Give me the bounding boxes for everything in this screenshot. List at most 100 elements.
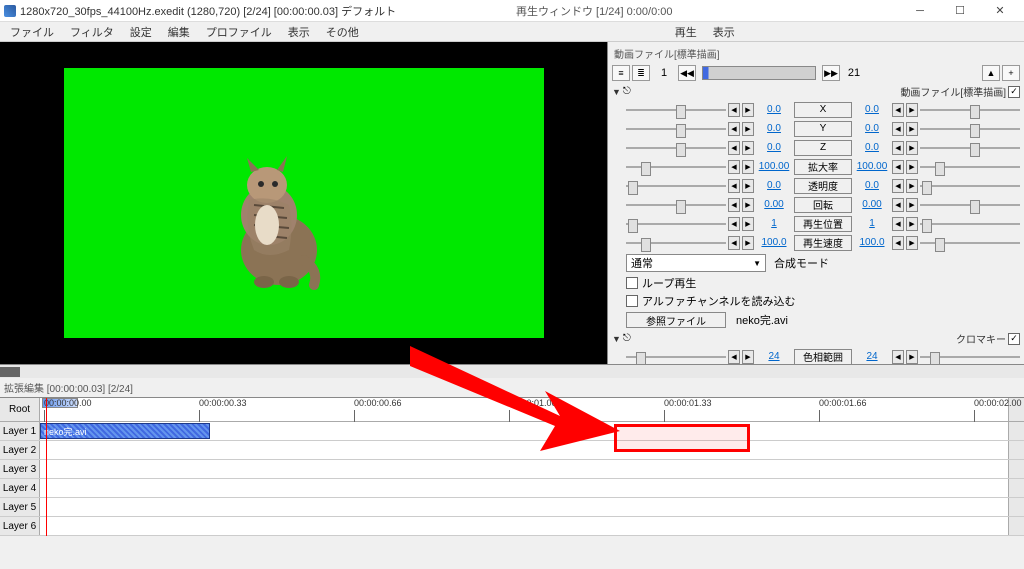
- slider-hue-right[interactable]: [920, 350, 1020, 364]
- val-left-scale[interactable]: 100.00: [756, 161, 792, 172]
- loop-checkbox[interactable]: [626, 277, 638, 289]
- val-left-z[interactable]: 0.0: [756, 142, 792, 153]
- menu-show[interactable]: 表示: [705, 22, 743, 42]
- time-ruler[interactable]: 00:00:00.0000:00:00.3300:00:00.6600:00:0…: [40, 398, 1008, 421]
- layer-label[interactable]: Layer 5: [0, 498, 40, 516]
- spin-right-playpos[interactable]: ▶: [742, 217, 754, 231]
- spin-right-x-r[interactable]: ▶: [906, 103, 918, 117]
- val-left-x[interactable]: 0.0: [756, 104, 792, 115]
- anchor-icon[interactable]: ⎋: [623, 333, 631, 344]
- val-left-rot[interactable]: 0.00: [756, 199, 792, 210]
- frame-last-button[interactable]: ▶▶: [822, 65, 840, 81]
- menu-filter[interactable]: フィルタ: [62, 22, 122, 42]
- val-right-rot[interactable]: 0.00: [854, 199, 890, 210]
- spin-right-hue[interactable]: ▶: [742, 350, 754, 364]
- expand-icon[interactable]: ▼: [612, 334, 621, 344]
- prop-btn-speed[interactable]: 再生速度: [794, 235, 852, 251]
- spin-right-rot[interactable]: ▶: [742, 198, 754, 212]
- layer-label[interactable]: Layer 2: [0, 441, 40, 459]
- spin-right-z[interactable]: ▶: [742, 141, 754, 155]
- spin-right-z-r[interactable]: ▶: [906, 141, 918, 155]
- spin-left-rot-r[interactable]: ◀: [892, 198, 904, 212]
- prop-btn-x[interactable]: X: [794, 102, 852, 118]
- slider-alpha-right[interactable]: [920, 179, 1020, 193]
- slider-x-left[interactable]: [626, 103, 726, 117]
- alpha-checkbox[interactable]: [626, 295, 638, 307]
- val-left-y[interactable]: 0.0: [756, 123, 792, 134]
- frame-slider[interactable]: [702, 66, 816, 80]
- list2-icon[interactable]: ≣: [632, 65, 650, 81]
- layer-track-5[interactable]: [40, 498, 1008, 516]
- layer-label[interactable]: Layer 4: [0, 479, 40, 497]
- slider-speed-left[interactable]: [626, 236, 726, 250]
- spin-right-y[interactable]: ▶: [742, 122, 754, 136]
- slider-rot-left[interactable]: [626, 198, 726, 212]
- spin-left-y-r[interactable]: ◀: [892, 122, 904, 136]
- minimize-button[interactable]: ─: [900, 1, 940, 21]
- slider-z-right[interactable]: [920, 141, 1020, 155]
- val-right-hue[interactable]: 24: [854, 351, 890, 362]
- spin-right-hue-r[interactable]: ▶: [906, 350, 918, 364]
- val-left-playpos[interactable]: 1: [756, 218, 792, 229]
- slider-playpos-left[interactable]: [626, 217, 726, 231]
- spin-left-playpos-r[interactable]: ◀: [892, 217, 904, 231]
- menu-other[interactable]: その他: [318, 22, 367, 42]
- slider-z-left[interactable]: [626, 141, 726, 155]
- menu-edit[interactable]: 編集: [160, 22, 198, 42]
- filter-video-enable[interactable]: ✓: [1008, 86, 1020, 98]
- slider-y-right[interactable]: [920, 122, 1020, 136]
- spin-right-speed[interactable]: ▶: [742, 236, 754, 250]
- spin-left-alpha-r[interactable]: ◀: [892, 179, 904, 193]
- spin-right-speed-r[interactable]: ▶: [906, 236, 918, 250]
- val-right-speed[interactable]: 100.0: [854, 237, 890, 248]
- val-right-z[interactable]: 0.0: [854, 142, 890, 153]
- val-right-x[interactable]: 0.0: [854, 104, 890, 115]
- layer-track-2[interactable]: [40, 441, 1008, 459]
- layer-track-1[interactable]: neko完.avi: [40, 422, 1008, 440]
- slider-speed-right[interactable]: [920, 236, 1020, 250]
- root-label[interactable]: Root: [0, 398, 40, 421]
- layer-label[interactable]: Layer 1: [0, 422, 40, 440]
- spin-left-playpos[interactable]: ◀: [728, 217, 740, 231]
- preview-viewport[interactable]: [0, 42, 608, 364]
- prop-btn-scale[interactable]: 拡大率: [794, 159, 852, 175]
- prop-btn-playpos[interactable]: 再生位置: [794, 216, 852, 232]
- spin-right-y-r[interactable]: ▶: [906, 122, 918, 136]
- spin-left-scale[interactable]: ◀: [728, 160, 740, 174]
- menu-display[interactable]: 表示: [280, 22, 318, 42]
- spin-left-scale-r[interactable]: ◀: [892, 160, 904, 174]
- maximize-button[interactable]: ☐: [940, 1, 980, 21]
- prop-btn-hue[interactable]: 色相範囲: [794, 349, 852, 365]
- spin-right-playpos-r[interactable]: ▶: [906, 217, 918, 231]
- val-right-alpha[interactable]: 0.0: [854, 180, 890, 191]
- prop-btn-alpha[interactable]: 透明度: [794, 178, 852, 194]
- prop-btn-y[interactable]: Y: [794, 121, 852, 137]
- spin-left-z-r[interactable]: ◀: [892, 141, 904, 155]
- list-icon[interactable]: ≡: [612, 65, 630, 81]
- frame-first-button[interactable]: ◀◀: [678, 65, 696, 81]
- spin-left-speed[interactable]: ◀: [728, 236, 740, 250]
- slider-y-left[interactable]: [626, 122, 726, 136]
- slider-alpha-left[interactable]: [626, 179, 726, 193]
- spin-right-x[interactable]: ▶: [742, 103, 754, 117]
- collapse-icon[interactable]: ▲: [982, 65, 1000, 81]
- slider-x-right[interactable]: [920, 103, 1020, 117]
- layer-label[interactable]: Layer 3: [0, 460, 40, 478]
- spin-right-alpha[interactable]: ▶: [742, 179, 754, 193]
- val-right-playpos[interactable]: 1: [854, 218, 890, 229]
- spin-left-y[interactable]: ◀: [728, 122, 740, 136]
- main-seekbar[interactable]: [0, 364, 1024, 378]
- spin-left-z[interactable]: ◀: [728, 141, 740, 155]
- slider-hue-left[interactable]: [626, 350, 726, 364]
- expand-icon[interactable]: ▼: [612, 87, 621, 97]
- layer-label[interactable]: Layer 6: [0, 517, 40, 535]
- menu-settings[interactable]: 設定: [122, 22, 160, 42]
- anchor-icon[interactable]: ⎋: [623, 86, 631, 97]
- spin-right-rot-r[interactable]: ▶: [906, 198, 918, 212]
- spin-left-hue-r[interactable]: ◀: [892, 350, 904, 364]
- slider-playpos-right[interactable]: [920, 217, 1020, 231]
- slider-scale-left[interactable]: [626, 160, 726, 174]
- val-right-y[interactable]: 0.0: [854, 123, 890, 134]
- spin-left-rot[interactable]: ◀: [728, 198, 740, 212]
- spin-right-alpha-r[interactable]: ▶: [906, 179, 918, 193]
